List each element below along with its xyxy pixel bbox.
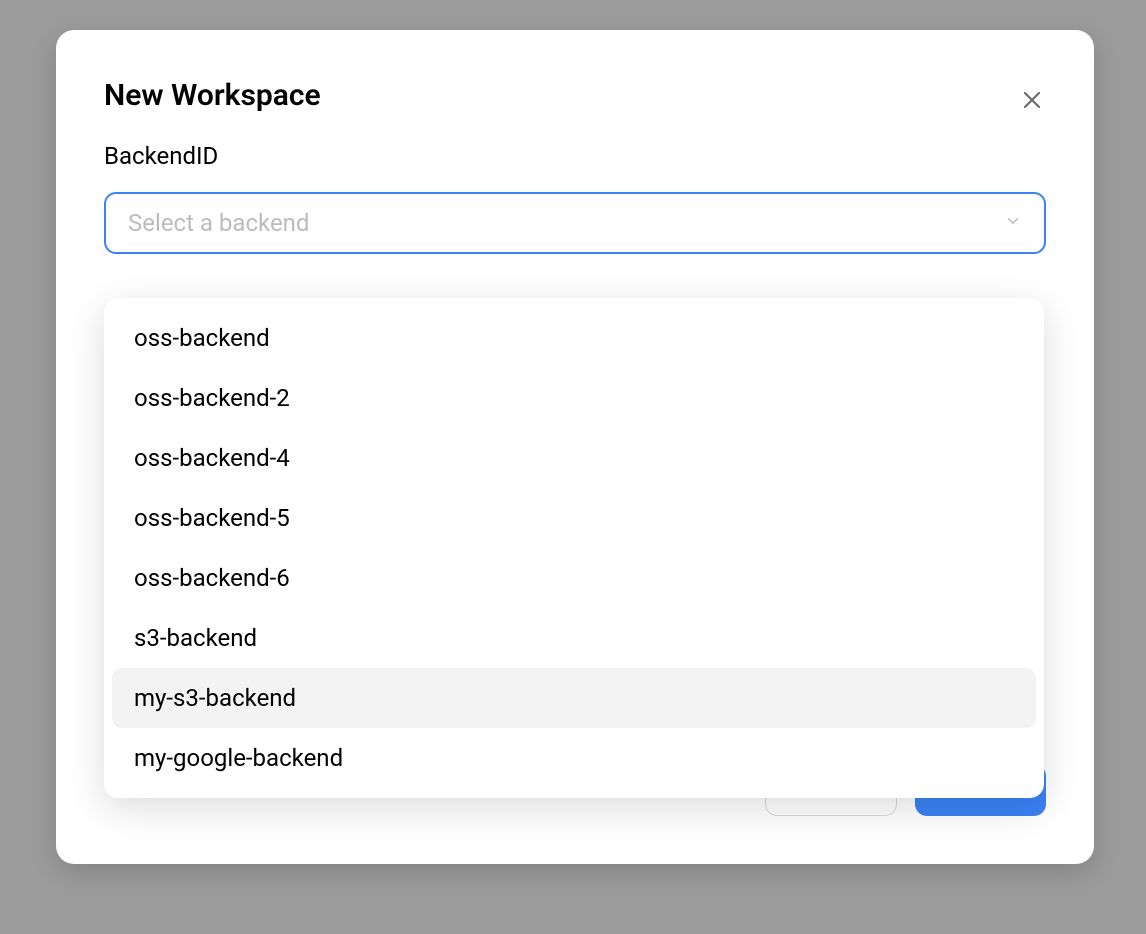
dropdown-option[interactable]: oss-backend-5	[112, 488, 1036, 548]
modal-title: New Workspace	[104, 78, 321, 114]
close-icon	[1020, 88, 1044, 112]
dropdown-option[interactable]: oss-backend-2	[112, 368, 1036, 428]
dropdown-option[interactable]: oss-backend	[112, 308, 1036, 368]
dropdown-option[interactable]: oss-backend-6	[112, 548, 1036, 608]
dropdown-option[interactable]: oss-backend-4	[112, 428, 1036, 488]
backend-dropdown: oss-backendoss-backend-2oss-backend-4oss…	[104, 298, 1044, 798]
chevron-down-icon	[1004, 212, 1022, 234]
modal-header: New Workspace	[104, 78, 1046, 114]
dropdown-option[interactable]: my-s3-backend	[112, 668, 1036, 728]
close-button[interactable]	[1018, 86, 1046, 114]
backend-id-label: BackendID	[104, 142, 1046, 170]
new-workspace-modal: New Workspace BackendID Select a backend…	[56, 30, 1094, 864]
dropdown-option[interactable]: my-google-backend	[112, 728, 1036, 788]
backend-select[interactable]: Select a backend	[104, 192, 1046, 254]
dropdown-option[interactable]: s3-backend	[112, 608, 1036, 668]
select-placeholder: Select a backend	[128, 209, 309, 237]
